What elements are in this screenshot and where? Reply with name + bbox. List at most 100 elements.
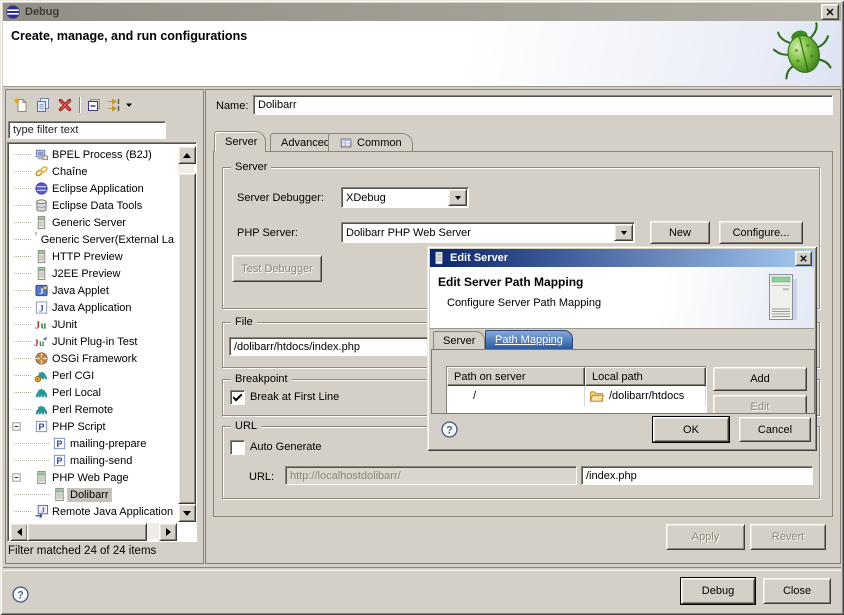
tree-item-mailing-send[interactable]: Pmailing-send (10, 452, 177, 469)
tree-item-bpel-process-b2j[interactable]: BPEL Process (B2J) (10, 146, 177, 163)
window-close-button[interactable] (821, 4, 839, 20)
horizontal-scroll-thumb[interactable] (27, 523, 147, 541)
tree-connector (10, 299, 34, 316)
edit-server-titlebar[interactable]: Edit Server (430, 249, 814, 267)
tree-item-osgi-framework[interactable]: OSGi Framework (10, 350, 177, 367)
collapse-expander-icon[interactable] (10, 418, 34, 435)
tree-item-eclipse-application[interactable]: Eclipse Application (10, 180, 177, 197)
tree-item-j2ee-preview[interactable]: J2EE Preview (10, 265, 177, 282)
path-mapping-row[interactable]: //dolibarr/htdocs (447, 386, 706, 406)
dialog-tab-server[interactable]: Server (433, 331, 485, 349)
tree-horizontal-scrollbar[interactable] (10, 523, 177, 539)
server-debugger-value: XDebug (342, 192, 447, 204)
ok-button[interactable]: OK (653, 417, 729, 442)
svg-text:J: J (39, 286, 43, 296)
scroll-down-button[interactable] (178, 504, 196, 522)
wizard-banner: Create, manage, and run configurations (3, 21, 841, 87)
configurations-tree-container: BPEL Process (B2J)ChaîneEclipse Applicat… (7, 142, 197, 542)
tree-item-perl-remote[interactable]: Perl Remote (10, 401, 177, 418)
tab-server[interactable]: Server (214, 131, 266, 152)
tree-item-label: Perl Local (49, 386, 104, 400)
collapse-expander-icon[interactable] (10, 469, 34, 486)
tree-item-http-preview[interactable]: HTTP Preview (10, 248, 177, 265)
tree-item-remote-java-application[interactable]: JRemote Java Application (10, 503, 177, 520)
debug-button[interactable]: Debug (681, 578, 755, 604)
test-debugger-button[interactable]: Test Debugger (232, 255, 322, 282)
server-debugger-select[interactable]: XDebug (341, 187, 469, 208)
column-header-path-on-server[interactable]: Path on server (447, 367, 585, 386)
edit-server-close-button[interactable] (795, 251, 812, 266)
tree-item-php-script[interactable]: PPHP Script (10, 418, 177, 435)
help-icon[interactable]: ? (12, 586, 29, 603)
tree-item-label: BPEL Process (B2J) (49, 148, 155, 162)
column-header-local-path[interactable]: Local path (585, 367, 706, 386)
tree-item-eclipse-data-tools[interactable]: Eclipse Data Tools (10, 197, 177, 214)
close-button-label: Close (783, 585, 811, 597)
tree-item-dolibarr[interactable]: Dolibarr (10, 486, 177, 503)
dialog-tab-path-mapping[interactable]: Path Mapping (485, 330, 573, 349)
tree-item-java-applet[interactable]: J Java Applet (10, 282, 177, 299)
tree-item-cha-ne[interactable]: Chaîne (10, 163, 177, 180)
tree-item-junit-plug-in-test[interactable]: JuJUnit Plug-in Test (10, 333, 177, 350)
tree-item-php-web-page[interactable]: PHP Web Page (10, 469, 177, 486)
tree-item-java-application[interactable]: JJava Application (10, 299, 177, 316)
tab-common[interactable]: Common (328, 133, 413, 152)
url-base-input[interactable] (285, 466, 577, 485)
svg-text:?: ? (446, 424, 452, 436)
edit-server-header: Edit Server Path Mapping Configure Serve… (430, 267, 814, 329)
tree-item-junit[interactable]: JuJUnit (10, 316, 177, 333)
close-button[interactable]: Close (763, 578, 831, 604)
apply-button-label: Apply (692, 531, 720, 543)
configure-server-button[interactable]: Configure... (719, 221, 803, 244)
scroll-left-button[interactable] (10, 523, 28, 541)
chain-icon (34, 164, 49, 179)
duplicate-configuration-button[interactable] (32, 95, 54, 115)
tree-item-label: Java Applet (49, 284, 112, 298)
tree-item-generic-server[interactable]: Generic Server (10, 214, 177, 231)
tree-vertical-scrollbar[interactable] (178, 146, 194, 522)
tab-advanced-label: Advanced (281, 137, 330, 149)
tree-item-label: Dolibarr (67, 488, 112, 502)
scroll-right-button[interactable] (159, 523, 177, 541)
server-icon (432, 251, 446, 265)
delete-configuration-button[interactable] (54, 95, 76, 115)
cancel-button[interactable]: Cancel (739, 417, 811, 442)
server-debugger-label: Server Debugger: (237, 192, 324, 204)
tree-item-label: Generic Server (49, 216, 129, 230)
configuration-name-input[interactable] (253, 95, 833, 115)
scroll-up-button[interactable] (178, 146, 196, 164)
tree-item-generic-server-external-la[interactable]: Generic Server(External La (10, 231, 177, 248)
php-server-value: Dolibarr PHP Web Server (342, 227, 613, 239)
window-titlebar[interactable]: Debug (3, 3, 841, 21)
php-server-dropdown-button[interactable] (614, 224, 633, 241)
debug-button-label: Debug (702, 585, 734, 597)
tree-connector (10, 333, 34, 350)
vertical-scroll-thumb[interactable] (178, 173, 196, 504)
filter-icon (107, 97, 123, 113)
tree-item-perl-local[interactable]: Perl Local (10, 384, 177, 401)
path-mapping-table[interactable]: Path on server Local path //dolibarr/htd… (446, 366, 707, 414)
revert-button[interactable]: Revert (750, 524, 826, 550)
dialog-help-icon[interactable]: ? (441, 421, 458, 438)
tree-item-label: PHP Script (49, 420, 109, 434)
right-arrow-icon (166, 528, 171, 536)
filter-input[interactable] (8, 121, 166, 139)
edit-mapping-button[interactable]: Edit (713, 395, 807, 414)
add-mapping-button[interactable]: Add (713, 367, 807, 391)
collapse-all-button[interactable] (83, 95, 105, 115)
url-path-input[interactable] (581, 466, 813, 485)
break-at-first-line-checkbox[interactable] (230, 390, 245, 405)
tree-connector (10, 401, 34, 418)
apply-button[interactable]: Apply (666, 524, 745, 550)
tree-connector (10, 180, 34, 197)
auto-generate-checkbox[interactable] (230, 440, 245, 455)
php-server-select[interactable]: Dolibarr PHP Web Server (341, 222, 635, 243)
new-configuration-button[interactable] (10, 95, 32, 115)
tree-item-mailing-prepare[interactable]: Pmailing-prepare (10, 435, 177, 452)
filter-button[interactable] (105, 95, 135, 115)
svg-text:P: P (57, 456, 63, 466)
tree-item-perl-cgi[interactable]: Perl CGI (10, 367, 177, 384)
server-debugger-dropdown-button[interactable] (448, 189, 467, 206)
remote-java-icon: J (34, 504, 49, 519)
new-server-button[interactable]: New (650, 221, 710, 244)
